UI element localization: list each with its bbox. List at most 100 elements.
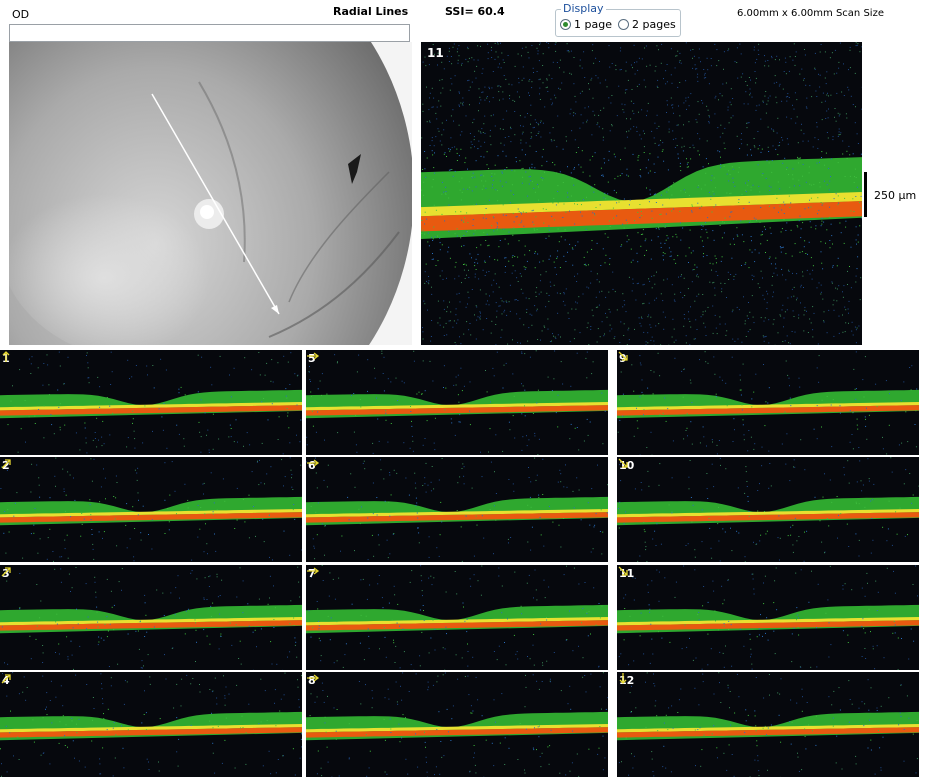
speckle	[524, 245, 526, 247]
speckle	[626, 344, 628, 345]
speckle	[754, 261, 756, 263]
speckle	[628, 327, 630, 329]
patient-name-field[interactable]	[9, 24, 410, 42]
speckle	[614, 156, 616, 158]
speckle	[641, 391, 643, 393]
speckle	[563, 293, 565, 295]
speckle	[397, 603, 399, 605]
scan-thumbnail[interactable]: 4	[0, 672, 302, 777]
scan-thumbnail[interactable]: 6	[306, 457, 608, 562]
speckle	[648, 302, 650, 304]
speckle	[671, 210, 673, 212]
speckle	[424, 271, 426, 273]
speckle	[367, 628, 369, 630]
radio-unselected-icon[interactable]	[618, 19, 629, 30]
speckle	[575, 101, 577, 103]
speckle	[540, 177, 542, 178]
speckle	[643, 521, 645, 523]
speckle	[723, 752, 725, 754]
speckle	[672, 107, 674, 109]
speckle	[730, 724, 732, 726]
speckle	[780, 247, 782, 249]
speckle	[289, 651, 291, 653]
speckle	[593, 62, 595, 64]
scan-thumbnail[interactable]: 9	[617, 350, 919, 455]
speckle	[832, 136, 834, 138]
speckle	[771, 55, 772, 57]
speckle	[398, 723, 400, 725]
speckle	[463, 606, 464, 608]
speckle	[673, 328, 675, 330]
scan-thumbnail[interactable]: 11	[617, 565, 919, 670]
speckle	[571, 247, 573, 249]
speckle	[397, 400, 398, 401]
scan-thumbnail[interactable]: 5	[306, 350, 608, 455]
speckle	[458, 91, 460, 93]
speckle	[725, 82, 727, 84]
speckle	[456, 51, 458, 53]
scan-thumbnail[interactable]: 8	[306, 672, 608, 777]
speckle	[579, 127, 581, 129]
speckle	[741, 143, 743, 145]
speckle	[246, 432, 248, 434]
speckle	[353, 393, 355, 394]
speckle	[373, 555, 375, 557]
speckle	[387, 441, 389, 443]
scan-thumbnail[interactable]: 7	[306, 565, 608, 670]
speckle	[657, 352, 659, 354]
speckle	[625, 311, 627, 313]
speckle	[758, 775, 760, 777]
speckle	[340, 550, 341, 552]
speckle	[493, 505, 495, 507]
speckle	[358, 681, 360, 682]
display-2-pages-option[interactable]: 2 pages	[618, 18, 676, 31]
speckle	[812, 269, 814, 271]
speckle	[748, 77, 750, 78]
scan-thumbnail[interactable]: 2	[0, 457, 302, 562]
speckle	[831, 282, 833, 284]
speckle	[444, 192, 446, 194]
speckle	[741, 234, 743, 236]
speckle	[115, 734, 117, 736]
speckle	[471, 144, 473, 145]
speckle	[718, 672, 720, 674]
speckle	[532, 221, 534, 223]
speckle	[225, 717, 227, 719]
speckle	[98, 641, 100, 643]
speckle	[461, 131, 463, 133]
scan-thumbnail[interactable]: 3	[0, 565, 302, 670]
speckle	[453, 120, 454, 122]
radio-selected-icon[interactable]	[560, 19, 571, 30]
speckle	[421, 233, 423, 234]
speckle	[456, 510, 458, 511]
scan-thumbnail[interactable]: 1	[0, 350, 302, 455]
speckle	[643, 79, 645, 81]
speckle	[789, 186, 791, 188]
speckle	[698, 48, 700, 50]
speckle	[592, 212, 594, 214]
speckle	[623, 335, 625, 336]
speckle	[665, 714, 667, 716]
speckle	[503, 75, 505, 76]
scan-thumbnail[interactable]: 12	[617, 672, 919, 777]
speckle	[773, 82, 775, 84]
speckle	[448, 61, 450, 62]
speckle	[461, 191, 463, 193]
speckle	[528, 477, 530, 478]
speckle	[857, 428, 859, 430]
speckle	[660, 247, 662, 248]
scan-thumbnail[interactable]: 10	[617, 457, 919, 562]
display-1-page-option[interactable]: 1 page	[560, 18, 612, 31]
arrow-right-icon	[307, 567, 320, 575]
speckle	[22, 557, 24, 559]
speckle	[696, 273, 698, 275]
speckle	[535, 135, 537, 136]
speckle	[23, 676, 25, 678]
speckle	[702, 225, 704, 227]
speckle	[459, 189, 461, 191]
speckle	[574, 139, 576, 141]
speckle	[503, 62, 505, 63]
speckle	[558, 524, 560, 526]
speckle	[531, 136, 533, 138]
speckle	[776, 81, 778, 83]
